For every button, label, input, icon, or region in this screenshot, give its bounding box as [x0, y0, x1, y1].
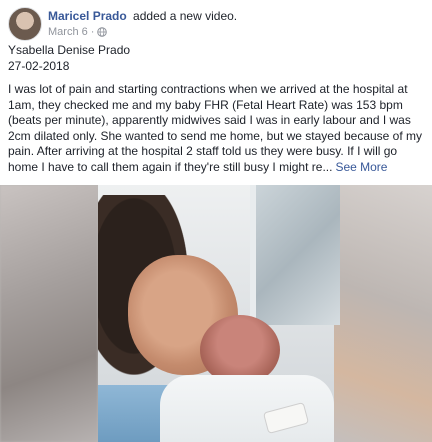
globe-icon[interactable]: [97, 27, 108, 37]
post-timestamp[interactable]: March 6: [48, 25, 88, 39]
video-blur-left: [0, 185, 98, 442]
see-more-link[interactable]: See More: [335, 160, 387, 174]
video-blanket: [160, 375, 334, 442]
video-bed-rail: [250, 185, 340, 325]
baby-name-text: Ysabella Denise Prado: [8, 43, 131, 57]
post-meta: March 6 ·: [48, 25, 108, 39]
birth-date-text: 27-02-2018: [8, 59, 70, 73]
author-name-link[interactable]: Maricel Prado: [48, 9, 127, 23]
video-player[interactable]: [0, 185, 432, 442]
post-body-text: I was lot of pain and starting contracti…: [8, 82, 426, 176]
post-action-text: added a new video.: [133, 9, 238, 23]
author-avatar[interactable]: [8, 7, 42, 41]
video-blur-right: [334, 185, 432, 442]
meta-separator: ·: [90, 26, 95, 38]
facebook-post: Maricel Prado added a new video. March 6…: [0, 0, 432, 442]
post-header: Maricel Prado added a new video.: [48, 8, 237, 24]
